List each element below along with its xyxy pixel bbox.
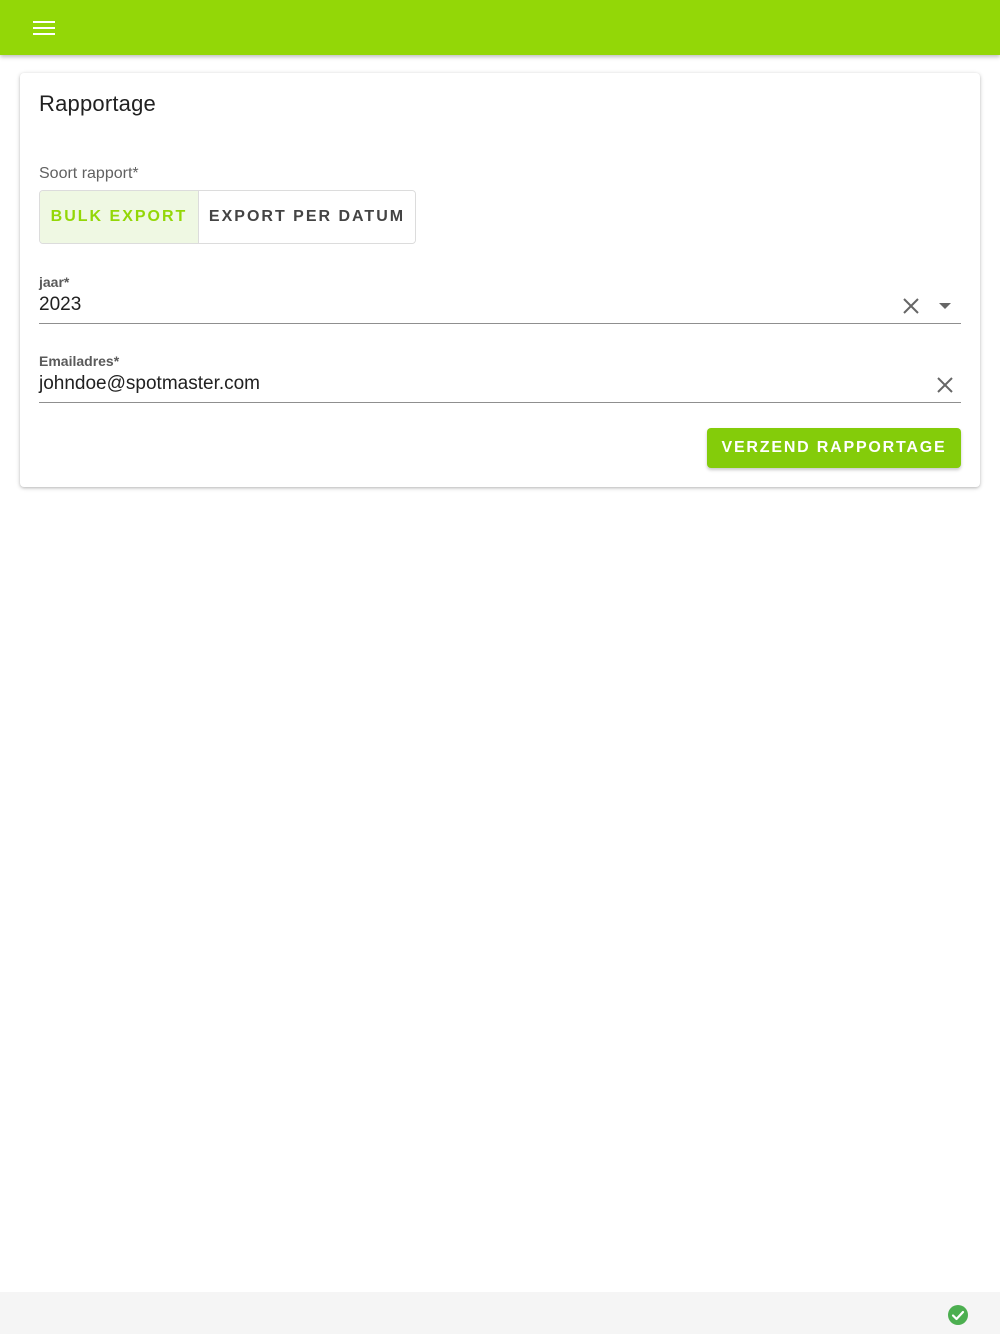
- report-type-toggle-group: BULK EXPORT EXPORT PER DATUM: [39, 190, 416, 244]
- clear-email-button[interactable]: [933, 373, 957, 397]
- export-per-datum-toggle[interactable]: EXPORT PER DATUM: [199, 191, 415, 243]
- page: Rapportage Soort rapport* BULK EXPORT EX…: [0, 0, 1000, 1334]
- report-card: Rapportage Soort rapport* BULK EXPORT EX…: [20, 73, 980, 487]
- app-bar: [0, 0, 1000, 55]
- bulk-export-toggle[interactable]: BULK EXPORT: [40, 191, 199, 243]
- close-icon: [937, 377, 953, 393]
- year-select[interactable]: 2023: [39, 290, 961, 324]
- report-type-label: Soort rapport*: [39, 165, 139, 182]
- year-value: 2023: [39, 294, 82, 315]
- footer-bar: [0, 1292, 1000, 1334]
- menu-button[interactable]: [22, 8, 66, 48]
- hamburger-menu-icon: [33, 21, 55, 35]
- card-title: Rapportage: [39, 91, 156, 116]
- email-field[interactable]: johndoe@spotmaster.com: [39, 369, 961, 403]
- check-circle-icon: [948, 1305, 968, 1325]
- close-icon: [903, 298, 919, 314]
- year-dropdown-button[interactable]: [933, 294, 957, 318]
- send-report-button[interactable]: VERZEND RAPPORTAGE: [707, 428, 961, 468]
- email-label: Emailadres*: [39, 353, 120, 369]
- caret-down-icon: [939, 303, 951, 309]
- year-label: jaar*: [39, 274, 70, 290]
- email-value: johndoe@spotmaster.com: [39, 373, 261, 394]
- clear-year-button[interactable]: [899, 294, 923, 318]
